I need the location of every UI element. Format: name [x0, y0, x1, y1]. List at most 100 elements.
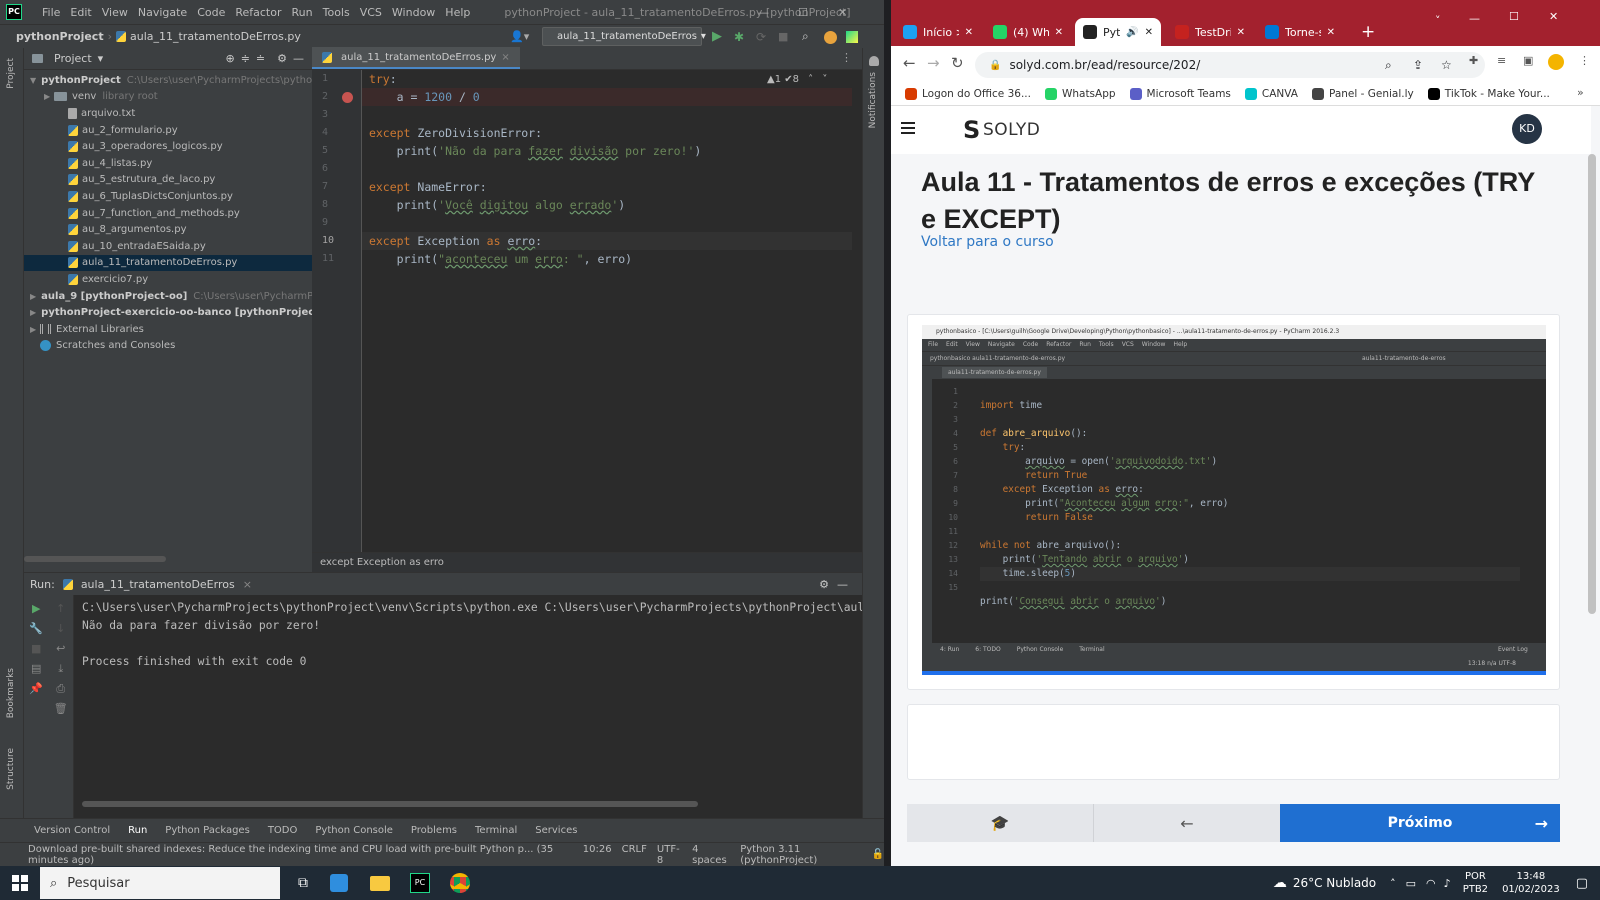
menu-item[interactable]: Tools: [323, 6, 350, 19]
volume-icon[interactable]: ♪: [1444, 877, 1451, 890]
print-icon[interactable]: ⎙: [54, 683, 68, 695]
close-button[interactable]: ✕: [838, 6, 847, 19]
wrench-icon[interactable]: 🔧: [29, 623, 43, 635]
close-button[interactable]: ✕: [1549, 10, 1558, 23]
maximize-button[interactable]: ☐: [798, 6, 808, 19]
chevron-down-icon[interactable]: ▾: [98, 52, 104, 65]
search-icon[interactable]: ⌕: [802, 29, 809, 44]
bookmark-item[interactable]: Logon do Office 36...: [905, 87, 1031, 100]
previous-button[interactable]: ←: [1093, 804, 1280, 842]
reload-icon[interactable]: ↻: [951, 54, 964, 72]
address-bar[interactable]: 🔒 solyd.com.br/ead/resource/202/ ⌕ ⇪ ☆: [975, 52, 1485, 78]
video-progress-bar[interactable]: [922, 671, 1546, 675]
tree-item[interactable]: au_6_TuplasDictsConjuntos.py: [24, 188, 312, 205]
wifi-icon[interactable]: ◠: [1426, 877, 1436, 890]
tree-item[interactable]: ▼ pythonProject C:\Users\user\PycharmProje…: [24, 72, 312, 89]
bottom-tab[interactable]: Version Control: [34, 825, 110, 836]
menu-item[interactable]: Run: [292, 6, 313, 19]
new-tab-button[interactable]: +: [1361, 22, 1375, 42]
bottom-tab[interactable]: Problems: [411, 825, 457, 836]
status-item[interactable]: CRLF: [622, 844, 647, 866]
bell-icon[interactable]: [869, 56, 879, 66]
menu-item[interactable]: Window: [392, 6, 435, 19]
tree-item[interactable]: arquivo.txt: [24, 105, 312, 122]
tree-item[interactable]: ▶ pythonProject-exercicio-oo-banco [pytho…: [24, 304, 312, 321]
breakpoint-icon[interactable]: [342, 92, 353, 103]
project-panel-title[interactable]: Project: [54, 52, 92, 65]
lock-icon[interactable]: 🔓: [872, 849, 884, 860]
menu-item[interactable]: View: [102, 6, 128, 19]
tree-item[interactable]: au_10_entradaESaida.py: [24, 238, 312, 255]
file-explorer-icon[interactable]: [370, 875, 390, 891]
editor-tab-active[interactable]: aula_11_tratamentoDeErros.py ×: [312, 47, 520, 69]
more-tabs-icon[interactable]: ⋮: [841, 51, 852, 64]
bookmark-item[interactable]: Panel - Genial.ly: [1311, 87, 1414, 100]
tree-item[interactable]: ▶ aula_9 [pythonProject-oo] C:\Users\user\…: [24, 288, 312, 305]
tool-project[interactable]: Project: [6, 58, 16, 89]
status-message[interactable]: Download pre-built shared indexes: Reduc…: [28, 844, 567, 866]
minimize-button[interactable]: —: [758, 6, 769, 19]
arrow-down-icon[interactable]: ↓: [54, 623, 68, 635]
layout-icon[interactable]: ▤: [29, 663, 43, 675]
tree-item[interactable]: au_5_estrutura_de_laco.py: [24, 172, 312, 189]
run-tab[interactable]: aula_11_tratamentoDeErros: [81, 578, 235, 591]
close-icon[interactable]: ✕: [1237, 27, 1245, 38]
course-icon-button[interactable]: 🎓: [907, 804, 1093, 842]
horizontal-scrollbar[interactable]: [82, 801, 698, 807]
chevron-icon[interactable]: ▼: [30, 76, 36, 85]
nav-project[interactable]: pythonProject: [16, 30, 104, 43]
editor-breadcrumb[interactable]: except Exception as erro: [312, 552, 862, 572]
trash-icon[interactable]: 🗑: [54, 703, 68, 715]
notification-icon[interactable]: ▢: [1576, 876, 1588, 891]
hide-icon[interactable]: —: [837, 578, 848, 591]
status-item[interactable]: 4 spaces: [692, 844, 730, 866]
debug-icon[interactable]: ✱: [734, 30, 744, 44]
windows-start-icon[interactable]: [12, 875, 28, 891]
close-icon[interactable]: ✕: [965, 27, 973, 38]
locate-icon[interactable]: ⊕: [225, 52, 234, 65]
bookmark-item[interactable]: CANVA: [1244, 87, 1298, 100]
hide-icon[interactable]: —: [293, 52, 304, 65]
inspection-widget[interactable]: ▲1 ✔8 ˄ ˅: [767, 74, 827, 85]
tree-item[interactable]: au_7_function_and_methods.py: [24, 205, 312, 222]
pin-icon[interactable]: 📌: [29, 683, 43, 695]
stop-icon[interactable]: ■: [29, 643, 43, 655]
browser-tab[interactable]: (4) Whats ✕: [985, 18, 1071, 46]
bookmark-item[interactable]: TikTok - Make Your...: [1427, 87, 1550, 100]
menu-item[interactable]: File: [42, 6, 60, 19]
language-indicator[interactable]: POR PTB2: [1463, 870, 1488, 896]
run-icon[interactable]: ▶: [712, 29, 722, 44]
tool-structure[interactable]: Structure: [6, 748, 16, 790]
hamburger-menu-icon[interactable]: [901, 122, 915, 134]
zoom-icon[interactable]: ⌕: [1385, 58, 1392, 73]
tool-notifications[interactable]: Notifications: [868, 72, 878, 128]
status-item[interactable]: UTF-8: [657, 844, 682, 866]
extensions-icon[interactable]: ✚: [1469, 54, 1478, 67]
tree-item[interactable]: exercicio7.py: [24, 271, 312, 288]
scroll-to-end-icon[interactable]: ⤓: [54, 663, 68, 675]
share-icon[interactable]: ⇪: [1413, 58, 1423, 72]
nav-file[interactable]: aula_11_tratamentoDeErros.py: [130, 30, 301, 43]
star-icon[interactable]: ☆: [1441, 58, 1452, 72]
solyd-logo-icon[interactable]: S: [963, 116, 980, 144]
menu-item[interactable]: VCS: [360, 6, 382, 19]
gear-icon[interactable]: ⚙: [819, 578, 829, 591]
gear-icon[interactable]: ⚙: [277, 52, 287, 65]
video-player[interactable]: pythonbasico - [C:\Users\guilh\Google Dr…: [922, 325, 1546, 675]
menu-icon[interactable]: ⋮: [1579, 54, 1590, 67]
taskbar-search[interactable]: ⌕ Pesquisar: [40, 867, 280, 899]
stop-icon[interactable]: ■: [778, 30, 788, 43]
more-bookmarks-icon[interactable]: »: [1577, 86, 1584, 99]
bookmark-item[interactable]: WhatsApp: [1044, 87, 1116, 100]
code-view[interactable]: try: a = 1200 / 0 except ZeroDivisionErr…: [362, 70, 852, 268]
tree-item[interactable]: ▶ venv library root: [24, 89, 312, 106]
profile-icon[interactable]: [1548, 54, 1564, 70]
chevron-icon[interactable]: ▶: [30, 292, 36, 301]
vscode-icon[interactable]: [330, 874, 348, 892]
browser-tab[interactable]: Torne-se ✕: [1257, 18, 1343, 46]
tree-item[interactable]: au_8_argumentos.py: [24, 221, 312, 238]
task-view-icon[interactable]: ⧉: [298, 875, 308, 891]
tree-item[interactable]: aula_11_tratamentoDeErros.py: [24, 254, 312, 272]
tray-arrow-icon[interactable]: ˄: [1390, 877, 1396, 890]
tree-item[interactable]: ▶ External Libraries: [24, 321, 312, 338]
